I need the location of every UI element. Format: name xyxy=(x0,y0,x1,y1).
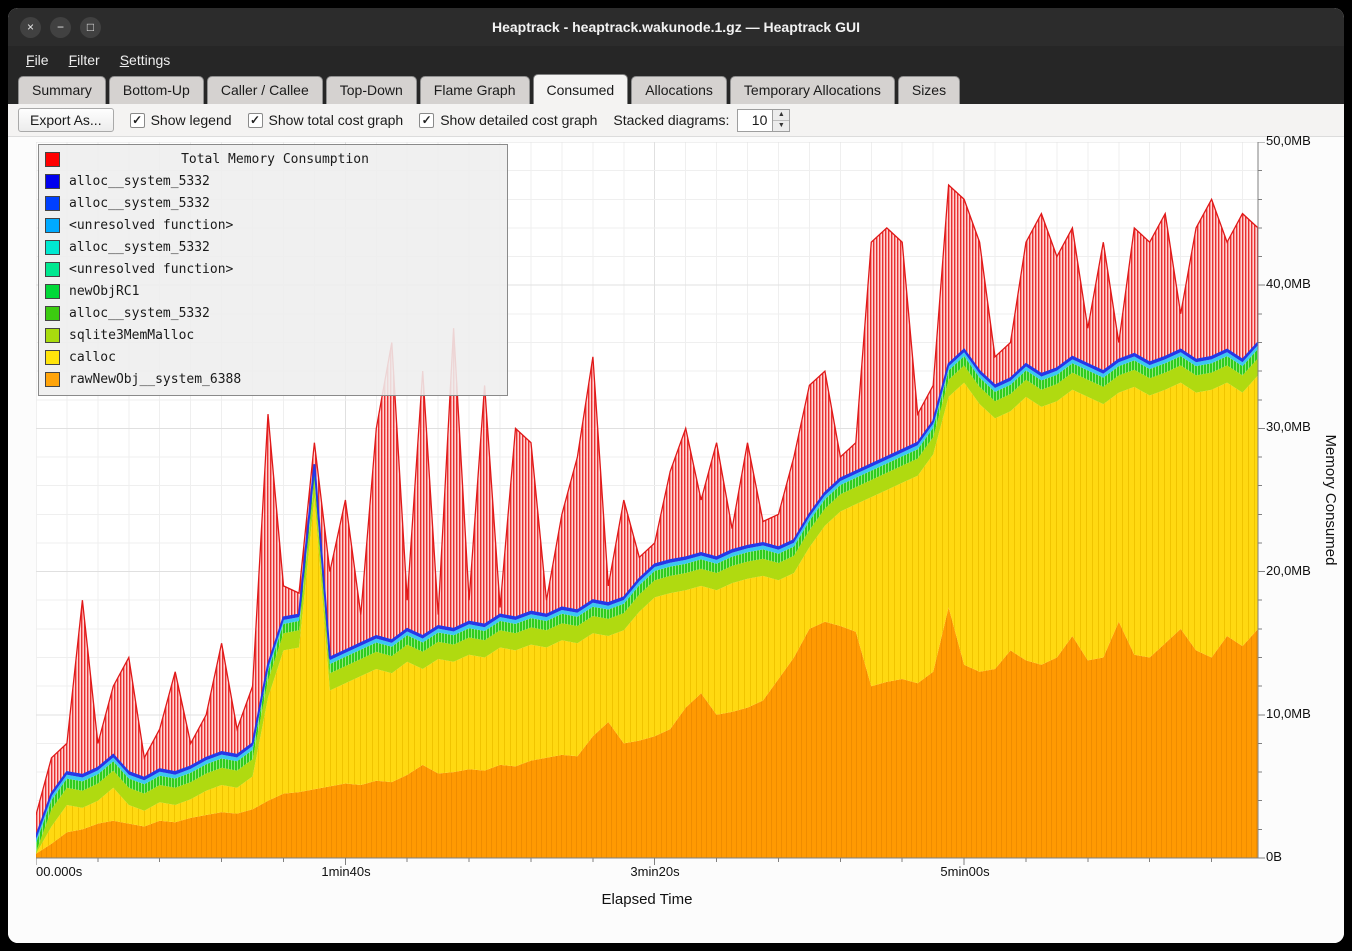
checkbox-check-icon: ✓ xyxy=(419,113,434,128)
show-total-cost-label: Show total cost graph xyxy=(269,112,404,128)
legend-item-label: alloc__system_5332 xyxy=(69,196,210,211)
y-tick-label: 10,0MB xyxy=(1266,706,1311,721)
tab-consumed[interactable]: Consumed xyxy=(533,74,629,104)
legend-swatch xyxy=(45,284,60,299)
legend-item[interactable]: <unresolved function> xyxy=(45,214,501,236)
legend-swatch xyxy=(45,350,60,365)
spin-up-icon[interactable]: ▲ xyxy=(773,110,789,121)
menu-file[interactable]: File xyxy=(16,48,59,72)
x-axis-label: Elapsed Time xyxy=(602,891,693,908)
tab-caller-callee[interactable]: Caller / Callee xyxy=(207,76,323,104)
tab-flame-graph[interactable]: Flame Graph xyxy=(420,76,530,104)
x-tick-label: 3min20s xyxy=(630,864,679,879)
legend-item[interactable]: alloc__system_5332 xyxy=(45,302,501,324)
maximize-icon[interactable]: □ xyxy=(80,17,101,38)
legend-item[interactable]: calloc xyxy=(45,346,501,368)
tab-allocations[interactable]: Allocations xyxy=(631,76,727,104)
checkbox-check-icon: ✓ xyxy=(130,113,145,128)
spinner-buttons: ▲ ▼ xyxy=(773,109,790,132)
legend-item-label: rawNewObj__system_6388 xyxy=(69,372,241,387)
close-icon[interactable]: × xyxy=(20,17,41,38)
legend-swatch xyxy=(45,196,60,211)
y-tick-label: 30,0MB xyxy=(1266,419,1311,434)
legend-item[interactable]: alloc__system_5332 xyxy=(45,170,501,192)
show-total-cost-checkbox[interactable]: ✓ Show total cost graph xyxy=(248,112,404,128)
export-as-button[interactable]: Export As... xyxy=(18,108,114,132)
legend-item[interactable]: rawNewObj__system_6388 xyxy=(45,368,501,390)
legend-swatch xyxy=(45,372,60,387)
legend-swatch xyxy=(45,240,60,255)
stacked-diagrams-label: Stacked diagrams: xyxy=(613,112,729,128)
legend-swatch xyxy=(45,262,60,277)
y-tick-label: 40,0MB xyxy=(1266,276,1311,291)
tab-bar: Summary Bottom-Up Caller / Callee Top-Do… xyxy=(8,73,1344,104)
legend-swatch xyxy=(45,306,60,321)
x-tick-label: 00.000s xyxy=(36,864,82,879)
window-controls: × − □ xyxy=(20,8,101,46)
stacked-diagrams-value[interactable]: 10 xyxy=(737,109,773,132)
show-detailed-cost-label: Show detailed cost graph xyxy=(440,112,597,128)
tab-sizes[interactable]: Sizes xyxy=(898,76,960,104)
legend-item[interactable]: newObjRC1 xyxy=(45,280,501,302)
legend-item[interactable]: alloc__system_5332 xyxy=(45,192,501,214)
legend-title-row[interactable]: Total Memory Consumption xyxy=(45,148,501,170)
legend-item-label: alloc__system_5332 xyxy=(69,306,210,321)
legend-swatch xyxy=(45,328,60,343)
menu-filter[interactable]: Filter xyxy=(59,48,110,72)
chart-area: 50,0MB 40,0MB 30,0MB 20,0MB 10,0MB 0B Me… xyxy=(8,137,1344,943)
legend-item-label: <unresolved function> xyxy=(69,262,233,277)
x-tick-label: 5min00s xyxy=(940,864,989,879)
x-tick-label: 1min40s xyxy=(321,864,370,879)
legend-item-label: <unresolved function> xyxy=(69,218,233,233)
show-legend-label: Show legend xyxy=(151,112,232,128)
y-tick-label: 20,0MB xyxy=(1266,563,1311,578)
legend-item-label: alloc__system_5332 xyxy=(69,240,210,255)
tab-summary[interactable]: Summary xyxy=(18,76,106,104)
legend-swatch xyxy=(45,174,60,189)
checkbox-check-icon: ✓ xyxy=(248,113,263,128)
titlebar[interactable]: × − □ Heaptrack - heaptrack.wakunode.1.g… xyxy=(8,8,1344,46)
tab-temporary-allocations[interactable]: Temporary Allocations xyxy=(730,76,895,104)
menu-settings[interactable]: Settings xyxy=(110,48,181,72)
y-tick-label: 50,0MB xyxy=(1266,133,1311,148)
spin-down-icon[interactable]: ▼ xyxy=(773,121,789,131)
legend-item-label: newObjRC1 xyxy=(69,284,139,299)
legend-item-label: alloc__system_5332 xyxy=(69,174,210,189)
window-title: Heaptrack - heaptrack.wakunode.1.gz — He… xyxy=(492,19,860,35)
menubar: File Filter Settings xyxy=(8,46,1344,73)
y-tick-label: 0B xyxy=(1266,849,1282,864)
legend-item-label: calloc xyxy=(69,350,116,365)
legend-item[interactable]: sqlite3MemMalloc xyxy=(45,324,501,346)
legend-swatch xyxy=(45,218,60,233)
app-window: × − □ Heaptrack - heaptrack.wakunode.1.g… xyxy=(8,8,1344,943)
y-axis-label: Memory Consumed xyxy=(1322,435,1339,566)
legend-title: Total Memory Consumption xyxy=(69,152,501,167)
chart-legend: Total Memory Consumption alloc__system_5… xyxy=(38,144,508,396)
stacked-diagrams-spinner[interactable]: 10 ▲ ▼ xyxy=(737,109,790,132)
legend-item[interactable]: alloc__system_5332 xyxy=(45,236,501,258)
legend-item-label: sqlite3MemMalloc xyxy=(69,328,194,343)
legend-item[interactable]: <unresolved function> xyxy=(45,258,501,280)
toolbar: Export As... ✓ Show legend ✓ Show total … xyxy=(8,104,1344,137)
tab-top-down[interactable]: Top-Down xyxy=(326,76,417,104)
minimize-icon[interactable]: − xyxy=(50,17,71,38)
show-detailed-cost-checkbox[interactable]: ✓ Show detailed cost graph xyxy=(419,112,597,128)
legend-swatch xyxy=(45,152,60,167)
tab-bottom-up[interactable]: Bottom-Up xyxy=(109,76,204,104)
show-legend-checkbox[interactable]: ✓ Show legend xyxy=(130,112,232,128)
